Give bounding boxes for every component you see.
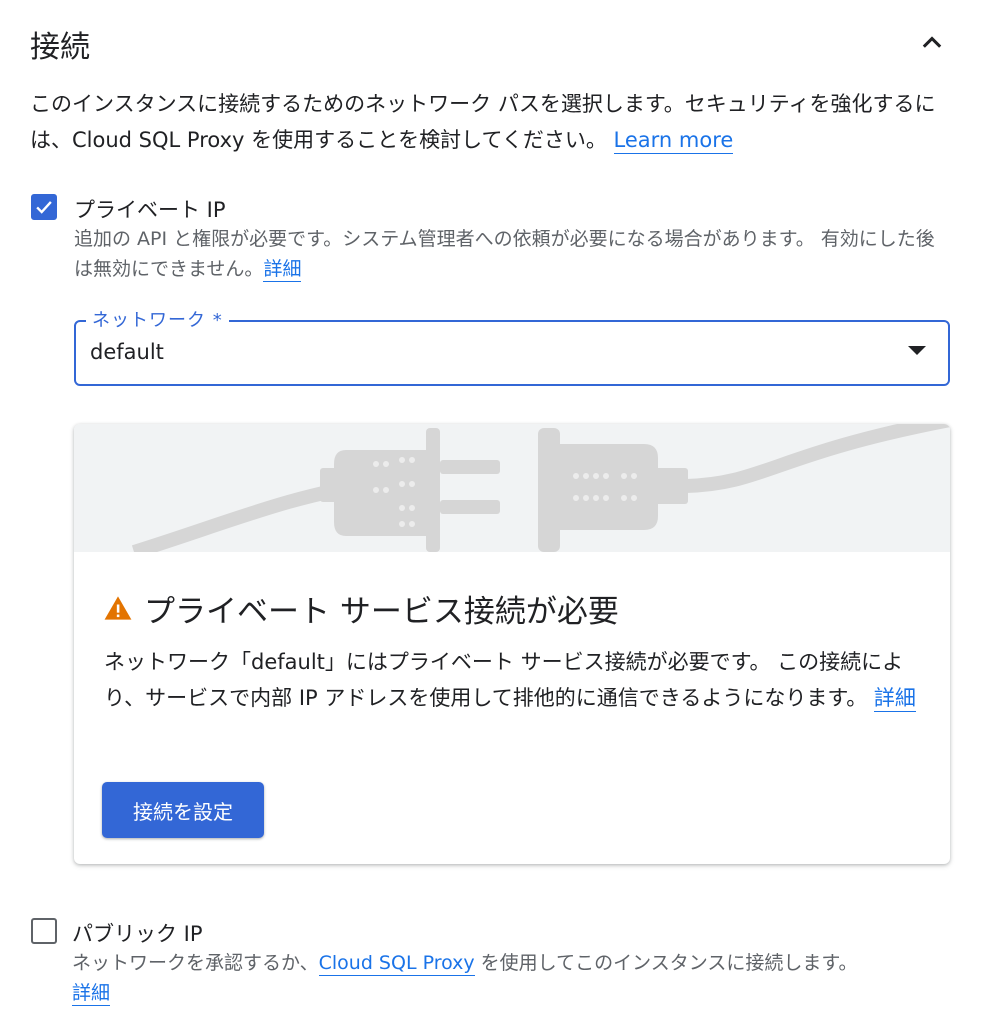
check-icon (36, 201, 52, 214)
private-ip-description-text: 追加の API と権限が必要です。システム管理者への依頼が必要になる場合がありま… (74, 228, 935, 280)
card-title-row: プライベート サービス接続が必要 (104, 588, 619, 630)
public-ip-details-link[interactable]: 詳細 (72, 982, 111, 1006)
learn-more-link[interactable]: Learn more (613, 128, 734, 154)
network-select-label: ネットワーク * (86, 306, 229, 332)
card-title: プライベート サービス接続が必要 (144, 593, 619, 630)
public-ip-description-before: ネットワークを承認するか、 (72, 952, 319, 974)
public-ip-checkbox[interactable] (31, 918, 57, 944)
dropdown-arrow-icon (908, 346, 926, 355)
private-ip-label: プライベート IP (74, 198, 226, 222)
plug-disconnected-illustration (74, 424, 950, 559)
public-ip-label: パブリック IP (72, 922, 203, 946)
warning-icon (104, 596, 132, 620)
card-body: ネットワーク「default」にはプライベート サービス接続が必要です。 この接… (104, 644, 924, 716)
private-ip-description: 追加の API と権限が必要です。システム管理者への依頼が必要になる場合がありま… (74, 224, 950, 284)
intro-description: このインスタンスに接続するためのネットワーク パスを選択します。セキュリティを強… (30, 92, 936, 152)
private-service-connection-card: プライベート サービス接続が必要 ネットワーク「default」にはプライベート… (74, 424, 950, 864)
card-body-text: ネットワーク「default」にはプライベート サービス接続が必要です。 この接… (104, 650, 904, 710)
section-header: 接続 (30, 18, 950, 66)
network-select[interactable]: ネットワーク * default (74, 306, 950, 386)
network-select-value: default (90, 340, 164, 364)
section-title: 接続 (30, 30, 90, 65)
private-ip-details-link[interactable]: 詳細 (263, 258, 302, 282)
intro-text: このインスタンスに接続するためのネットワーク パスを選択します。セキュリティを強… (30, 86, 960, 158)
private-ip-checkbox[interactable] (31, 194, 57, 220)
chevron-up-icon (922, 36, 942, 48)
public-ip-description: ネットワークを承認するか、Cloud SQL Proxy を使用してこのインスタ… (72, 948, 962, 1008)
collapse-button[interactable] (914, 24, 950, 60)
public-ip-description-after: を使用してこのインスタンスに接続します。 (480, 952, 858, 974)
set-up-connection-button[interactable]: 接続を設定 (102, 782, 264, 838)
cloud-sql-proxy-link[interactable]: Cloud SQL Proxy (318, 952, 475, 976)
card-details-link[interactable]: 詳細 (873, 686, 916, 712)
